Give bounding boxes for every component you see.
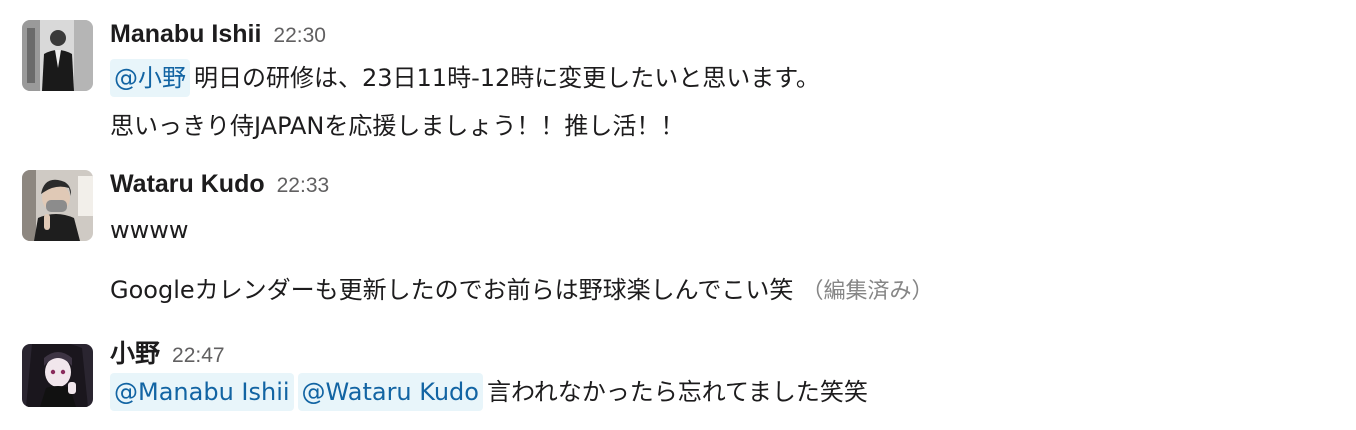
user-illustration-icon [22, 344, 93, 407]
message-2: Wataru Kudo 22:33 wwww Googleカレンダーも更新したの… [0, 170, 1356, 310]
message-text: @小野 明日の研修は、23日11時-12時に変更したいと思います。 [110, 58, 820, 98]
mention-link[interactable]: @小野 [110, 59, 190, 97]
avatar[interactable] [22, 170, 93, 241]
mention-link[interactable]: @Manabu Ishii [110, 373, 294, 411]
message-text: wwww [110, 210, 189, 250]
user-photo-icon [22, 170, 93, 241]
message-body: Googleカレンダーも更新したのでお前らは野球楽しんでこい笑 [110, 276, 794, 304]
timestamp[interactable]: 22:47 [172, 344, 225, 368]
avatar[interactable] [22, 20, 93, 91]
author-name[interactable]: Manabu Ishii [110, 20, 261, 49]
edited-label: （編集済み） [801, 279, 934, 304]
message-3: 小野 22:47 @Manabu Ishii @Wataru Kudo 言われなかっ… [0, 334, 1356, 424]
avatar[interactable] [22, 344, 93, 407]
author-name[interactable]: Wataru Kudo [110, 170, 265, 199]
author-name[interactable]: 小野 [110, 334, 160, 370]
message-text: Googleカレンダーも更新したのでお前らは野球楽しんでこい笑 （編集済み） [110, 270, 933, 310]
user-photo-icon [22, 20, 93, 91]
message-body: 言われなかったら忘れてました笑笑 [486, 378, 868, 406]
message-1: Manabu Ishii 22:30 @小野 明日の研修は、23日11時-12時に… [0, 20, 1356, 150]
message-body: 思いっきり侍JAPANを応援しましょう！！推し活！！ [110, 112, 685, 140]
message-body: wwww [110, 216, 189, 244]
timestamp[interactable]: 22:30 [273, 24, 326, 48]
message-text: @Manabu Ishii @Wataru Kudo 言われなかったら忘れてました笑… [110, 372, 868, 412]
mention-link[interactable]: @Wataru Kudo [297, 373, 483, 411]
timestamp[interactable]: 22:33 [277, 174, 330, 198]
message-body: 明日の研修は、23日11時-12時に変更したいと思います。 [194, 64, 820, 92]
message-text: 思いっきり侍JAPANを応援しましょう！！推し活！！ [110, 106, 684, 146]
